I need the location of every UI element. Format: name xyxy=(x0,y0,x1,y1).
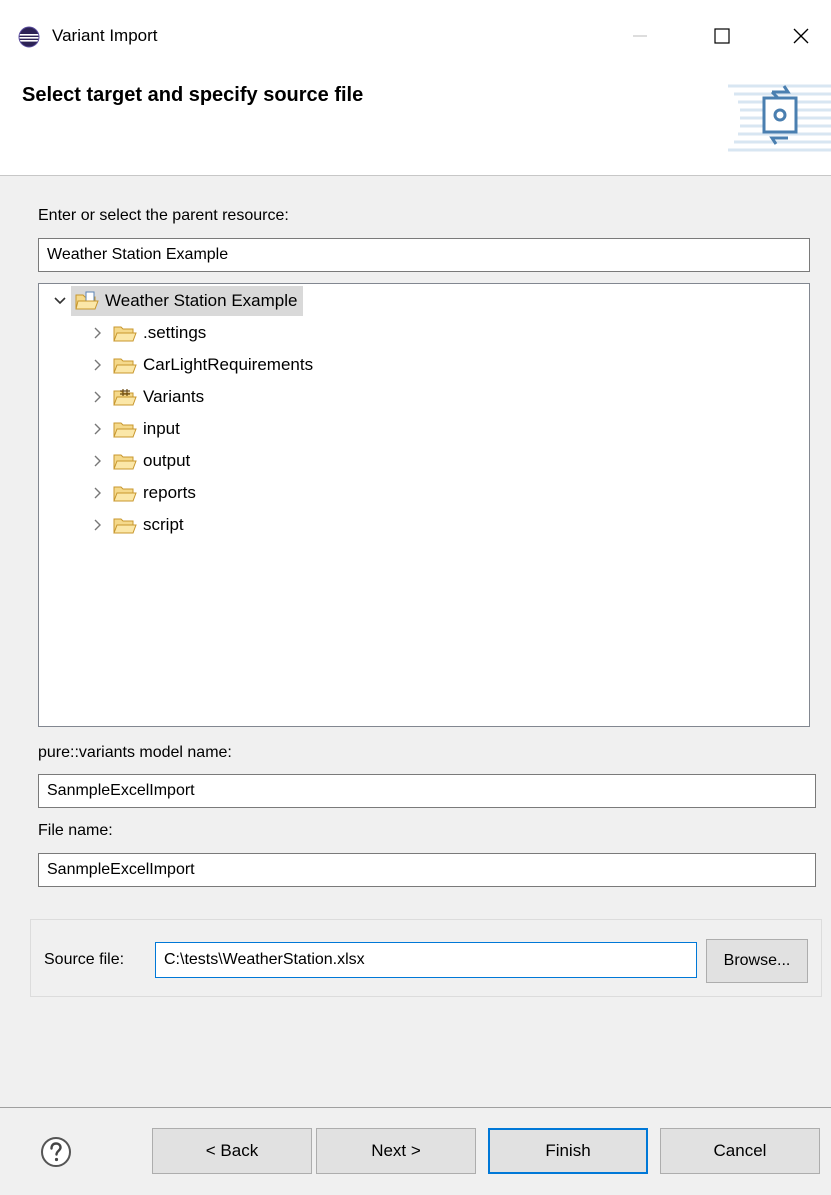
tree-item-label: input xyxy=(143,419,180,438)
maximize-button[interactable] xyxy=(692,15,752,57)
close-icon xyxy=(793,28,809,44)
folder-icon xyxy=(113,358,137,374)
source-file-label: Source file: xyxy=(44,951,125,968)
chevron-right-icon[interactable] xyxy=(87,482,109,504)
tree-item-label: reports xyxy=(143,483,196,502)
tree-root-item[interactable]: Weather Station Example xyxy=(49,286,304,316)
tree-root-label: Weather Station Example xyxy=(105,291,298,310)
close-button[interactable] xyxy=(771,15,831,57)
maximize-icon xyxy=(714,28,730,44)
cancel-button[interactable]: Cancel xyxy=(660,1128,820,1174)
parent-resource-input[interactable]: Weather Station Example xyxy=(38,238,810,272)
resource-tree[interactable]: Weather Station Example .settings CarLig… xyxy=(38,283,810,727)
tree-item-label: Variants xyxy=(143,387,205,406)
folder-icon xyxy=(113,422,137,438)
tree-item[interactable]: output xyxy=(87,446,190,476)
project-folder-icon xyxy=(75,291,99,310)
file-name-label: File name: xyxy=(38,822,113,839)
folder-icon xyxy=(113,326,137,342)
tree-item-label: output xyxy=(143,451,191,470)
variants-folder-icon xyxy=(113,389,137,406)
tree-item[interactable]: CarLightRequirements xyxy=(87,350,313,380)
tree-item[interactable]: input xyxy=(87,414,180,444)
chevron-right-icon[interactable] xyxy=(87,450,109,472)
next-button[interactable]: Next > xyxy=(316,1128,476,1174)
tree-item[interactable]: .settings xyxy=(87,318,206,348)
chevron-right-icon[interactable] xyxy=(87,354,109,376)
source-file-input[interactable]: C:\tests\WeatherStation.xlsx xyxy=(155,942,697,978)
file-name-input[interactable]: SanmpleExcelImport xyxy=(38,853,816,887)
chevron-right-icon[interactable] xyxy=(87,322,109,344)
browse-button[interactable]: Browse... xyxy=(706,939,808,983)
minimize-button[interactable] xyxy=(610,15,670,57)
tree-root-selection: Weather Station Example xyxy=(71,286,304,316)
chevron-right-icon[interactable] xyxy=(87,514,109,536)
tree-item-label: script xyxy=(143,515,184,534)
tree-item-label: CarLightRequirements xyxy=(143,355,314,374)
tree-item[interactable]: reports xyxy=(87,478,196,508)
window-title: Variant Import xyxy=(52,26,158,45)
import-wizard-icon xyxy=(728,84,831,152)
help-icon[interactable] xyxy=(40,1136,72,1168)
folder-icon xyxy=(113,486,137,502)
folder-icon xyxy=(113,454,137,470)
tree-item[interactable]: script xyxy=(87,510,184,540)
model-name-input[interactable]: SanmpleExcelImport xyxy=(38,774,816,808)
page-title: Select target and specify source file xyxy=(22,84,364,106)
back-button[interactable]: < Back xyxy=(152,1128,312,1174)
parent-resource-label: Enter or select the parent resource: xyxy=(38,207,289,224)
model-name-label: pure::variants model name: xyxy=(38,744,232,761)
wizard-header: Select target and specify source file xyxy=(0,70,831,176)
footer-divider xyxy=(0,1107,831,1108)
tree-item[interactable]: Variants xyxy=(87,382,204,412)
tree-item-label: .settings xyxy=(143,323,207,342)
chevron-right-icon[interactable] xyxy=(87,386,109,408)
finish-button[interactable]: Finish xyxy=(488,1128,648,1174)
chevron-right-icon[interactable] xyxy=(87,418,109,440)
minimize-icon xyxy=(633,35,647,37)
eclipse-icon xyxy=(18,26,40,48)
chevron-down-icon[interactable] xyxy=(49,290,71,312)
title-bar: Variant Import xyxy=(0,0,831,70)
folder-icon xyxy=(113,518,137,534)
